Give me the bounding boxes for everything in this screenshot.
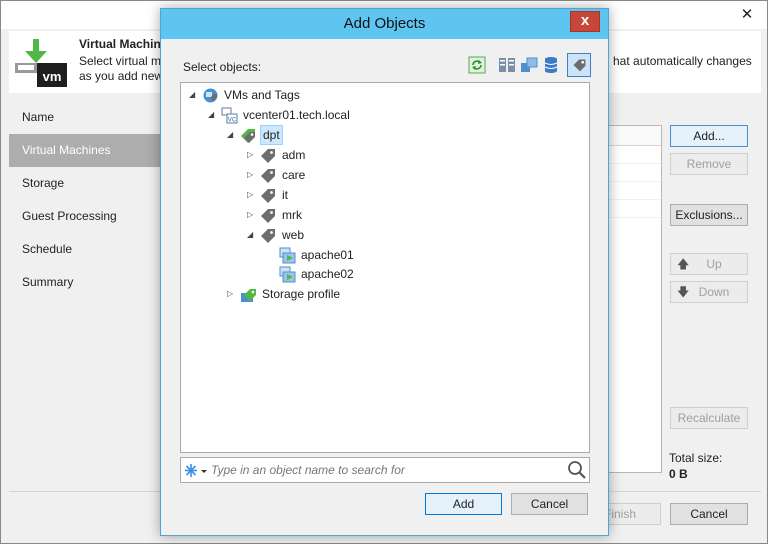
vm-icon <box>279 266 296 283</box>
nav-item-name[interactable]: Name <box>9 101 161 134</box>
tree-node-label: web <box>282 228 305 242</box>
vms-and-tags-icon <box>203 88 218 103</box>
tree-node-label: VMs and Tags <box>224 88 300 102</box>
expand-toggle-expanded-icon[interactable]: ◢ <box>227 125 239 145</box>
move-down-button[interactable]: 🡇 Down <box>670 281 748 303</box>
tag-icon <box>261 169 275 183</box>
expand-toggle-collapsed-icon[interactable]: ▷ <box>247 185 259 205</box>
total-size-value: 0 B <box>669 467 688 481</box>
add-objects-dialog: Add Objects x Select objects: ◢ VMs and … <box>160 8 609 536</box>
view-toolbar <box>467 53 591 77</box>
nav-item-storage[interactable]: Storage <box>9 167 161 200</box>
objects-list-header <box>606 126 661 146</box>
tag-icon <box>261 149 275 163</box>
expand-toggle-collapsed-icon[interactable]: ▷ <box>247 205 259 225</box>
expand-toggle-expanded-icon[interactable]: ◢ <box>208 105 220 125</box>
close-icon: x <box>580 12 590 29</box>
datastores-icon[interactable] <box>541 55 561 75</box>
objects-list[interactable] <box>605 125 662 473</box>
vcenter-icon: VC <box>221 107 238 124</box>
remove-button[interactable]: Remove <box>670 153 748 175</box>
total-size-label: Total size: <box>669 451 723 465</box>
table-row <box>606 146 661 164</box>
tree-node-label: apache01 <box>301 248 354 262</box>
tree-node-label: care <box>282 168 306 182</box>
storage-profile-icon <box>241 289 256 302</box>
svg-text:VC: VC <box>228 118 237 124</box>
wizard-cancel-button[interactable]: Cancel <box>670 503 748 525</box>
arrow-down-icon: 🡇 <box>677 285 690 299</box>
search-filter-dropdown-icon[interactable] <box>183 462 209 479</box>
description-line: Select virtual m <box>79 54 162 68</box>
tag-icon <box>261 189 275 203</box>
expand-toggle-collapsed-icon[interactable]: ▷ <box>247 165 259 185</box>
select-objects-label: Select objects: <box>183 60 262 74</box>
tree-node-label: Storage profile <box>262 287 341 301</box>
dialog-titlebar: Add Objects x <box>161 9 608 39</box>
tree-node-label: adm <box>282 148 306 162</box>
expand-toggle-collapsed-icon[interactable]: ▷ <box>247 145 259 165</box>
add-button[interactable]: Add <box>425 493 502 515</box>
table-row <box>606 182 661 200</box>
exclusions-button[interactable]: Exclusions... <box>670 204 748 226</box>
recalculate-button[interactable]: Recalculate <box>670 407 748 429</box>
nav-item-schedule[interactable]: Schedule <box>9 233 161 266</box>
search-icon[interactable] <box>566 460 588 480</box>
svg-text:vm: vm <box>43 69 62 84</box>
tag-icon <box>261 229 275 243</box>
wizard-step-description-tail: hat automatically changes <box>613 54 752 68</box>
move-up-button[interactable]: 🡅 Up <box>670 253 748 275</box>
tree-node-label: it <box>282 188 288 202</box>
description-line: as you add new <box>79 69 164 83</box>
tree-node-label: dpt <box>260 125 283 145</box>
cancel-button[interactable]: Cancel <box>511 493 588 515</box>
expand-toggle-collapsed-icon[interactable]: ▷ <box>227 284 239 304</box>
arrow-up-icon: 🡅 <box>677 257 690 271</box>
virtual-machine-icon: vm <box>15 39 67 87</box>
tree-node-label: apache02 <box>301 267 354 281</box>
wizard-navigation: Name Virtual Machines Storage Guest Proc… <box>9 101 161 299</box>
vm-icon <box>279 247 296 264</box>
tree-node-label: vcenter01.tech.local <box>243 108 350 122</box>
move-up-label: Up <box>706 257 722 271</box>
move-down-label: Down <box>698 285 730 299</box>
object-search-input[interactable] <box>209 460 561 480</box>
tag-category-icon <box>241 129 255 143</box>
object-search-bar <box>180 457 590 483</box>
expand-toggle-expanded-icon[interactable]: ◢ <box>189 85 201 105</box>
refresh-icon[interactable] <box>467 55 487 75</box>
table-row <box>606 164 661 182</box>
nav-item-summary[interactable]: Summary <box>9 266 161 299</box>
tag-icon <box>261 209 275 223</box>
hosts-and-clusters-icon[interactable] <box>497 55 517 75</box>
vms-and-templates-icon[interactable] <box>519 55 539 75</box>
expand-toggle-expanded-icon[interactable]: ◢ <box>247 225 259 245</box>
nav-item-guest-processing[interactable]: Guest Processing <box>9 200 161 233</box>
add-objects-button[interactable]: Add... <box>670 125 748 147</box>
dialog-title: Add Objects <box>343 15 426 32</box>
table-row <box>606 200 661 218</box>
dialog-close-button[interactable]: x <box>570 11 600 32</box>
wizard-step-title: Virtual Machine <box>79 37 168 51</box>
nav-item-virtual-machines[interactable]: Virtual Machines <box>9 134 161 167</box>
tree-node-label: mrk <box>282 208 302 222</box>
wizard-step-description: Select virtual m as you add new <box>79 54 169 84</box>
wizard-close-button[interactable]: ✕ <box>737 5 757 25</box>
objects-tree[interactable]: ◢ VMs and Tags ◢ VC vcenter01.tech.local… <box>180 82 590 453</box>
vms-and-tags-view-icon[interactable] <box>567 53 591 77</box>
